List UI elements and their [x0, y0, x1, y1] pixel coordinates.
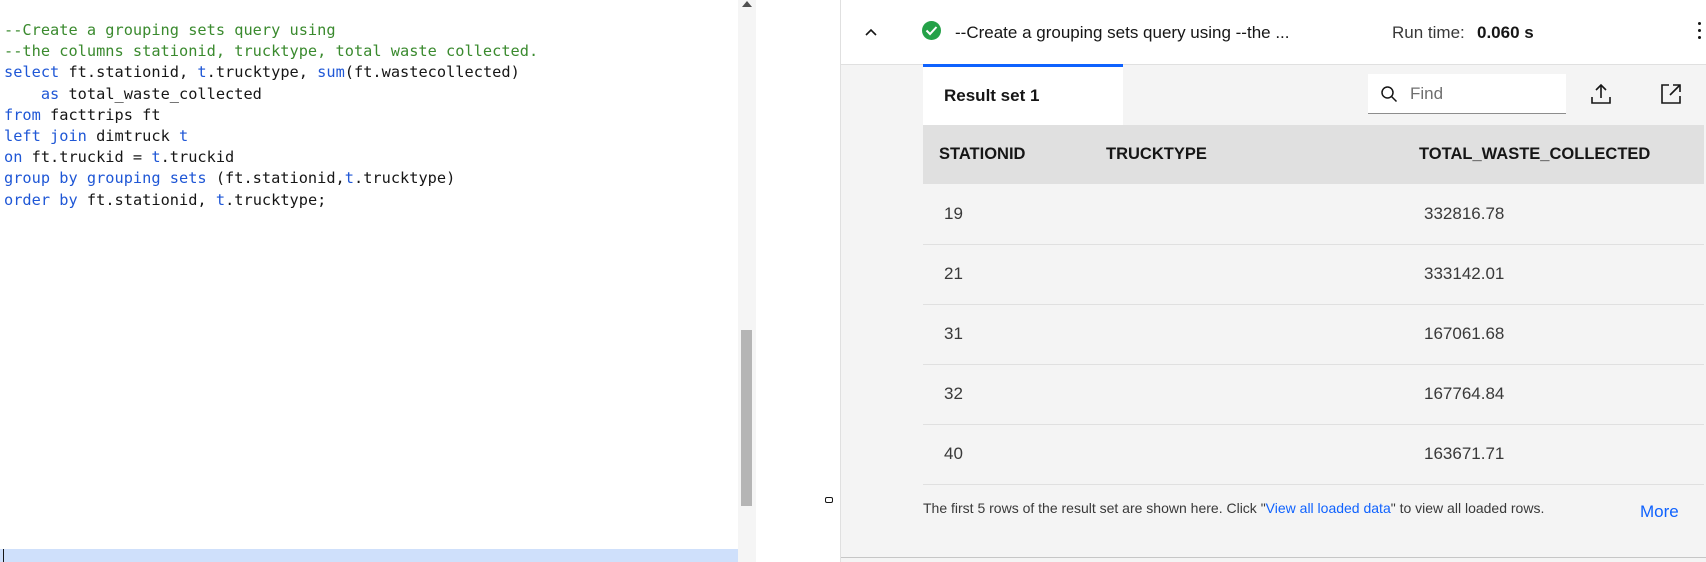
sql-text: .trucktype, [206, 63, 318, 82]
sql-text: dimtruck [86, 127, 179, 146]
sql-keyword: t [344, 169, 354, 188]
table-cell: 167764.84 [1403, 364, 1704, 425]
view-all-loaded-data-link[interactable]: View all loaded data [1266, 500, 1391, 516]
result-table: STATIONID TRUCKTYPE TOTAL_WASTE_COLLECTE… [923, 125, 1704, 485]
editor-scrollbar[interactable] [738, 0, 756, 562]
column-header[interactable]: TRUCKTYPE [1090, 125, 1403, 184]
sql-keyword: on [4, 148, 23, 167]
divider [841, 557, 1706, 558]
table-cell: 32 [923, 364, 1090, 425]
scroll-up-arrow-icon[interactable] [742, 1, 752, 7]
column-header[interactable]: TOTAL_WASTE_COLLECTED [1403, 125, 1704, 184]
table-row[interactable]: 21 333142.01 [923, 244, 1704, 305]
sql-text: (ft.wastecollected) [344, 63, 520, 82]
code-line: as total_waste_collected [4, 85, 262, 103]
sql-text: facttrips ft [40, 105, 161, 124]
results-panel: --Create a grouping sets query using --t… [841, 0, 1706, 562]
search-icon [1381, 86, 1398, 103]
find-input[interactable] [1408, 74, 1562, 114]
sql-keyword: as [40, 84, 60, 103]
sql-keyword: t [179, 127, 189, 146]
query-title: --Create a grouping sets query using --t… [955, 23, 1290, 42]
table-cell: 31 [923, 304, 1090, 365]
table-cell [1090, 184, 1403, 245]
sql-text: ft.stationid, [77, 190, 216, 209]
result-footer-note: The first 5 rows of the result set are s… [923, 500, 1544, 516]
sql-editor[interactable]: --Create a grouping sets query using --t… [0, 0, 738, 562]
sql-comment: --Create a grouping sets query using [4, 21, 336, 39]
sql-comment: --the columns stationid, trucktype, tota… [4, 42, 539, 61]
text-cursor [3, 549, 4, 562]
table-row[interactable]: 19 332816.78 [923, 184, 1704, 245]
table-cell [1090, 424, 1403, 485]
column-header[interactable]: STATIONID [923, 125, 1090, 184]
sql-keyword: sum [317, 63, 345, 82]
result-header: --Create a grouping sets query using --t… [841, 0, 1706, 65]
runtime-label: Run time: [1392, 23, 1465, 42]
sql-keyword: t [151, 148, 161, 167]
drag-handle-icon[interactable] [825, 497, 833, 503]
sql-code[interactable]: --Create a grouping sets query using --t… [4, 20, 538, 211]
more-link[interactable]: More [1640, 502, 1679, 522]
sql-text: .truckid [160, 148, 235, 167]
table-cell [1090, 364, 1403, 425]
code-line: from facttrips ft [4, 106, 161, 124]
table-cell: 332816.78 [1403, 184, 1704, 245]
table-row[interactable]: 32 167764.84 [923, 364, 1704, 425]
export-button[interactable] [1589, 82, 1613, 106]
sql-text: ft.stationid, [59, 63, 198, 82]
sql-text: total_waste_collected [59, 84, 262, 103]
popout-button[interactable] [1659, 82, 1683, 106]
sql-keyword: t [215, 190, 226, 209]
tab-label: Result set 1 [944, 86, 1040, 105]
code-line: --Create a grouping sets query using [4, 21, 336, 39]
table-cell: 163671.71 [1403, 424, 1704, 485]
sql-text: ft.truckid = [22, 148, 152, 167]
sql-text: .trucktype; [225, 190, 327, 209]
popout-icon [1661, 84, 1681, 104]
code-line: left join dimtruck t [4, 127, 188, 145]
footer-note-after: " to view all loaded rows. [1390, 500, 1545, 516]
chevron-up-icon [865, 28, 877, 36]
find-field[interactable] [1368, 74, 1566, 114]
export-icon [1591, 83, 1611, 104]
active-line-highlight [0, 549, 738, 562]
sql-keyword: left join [4, 127, 87, 146]
sql-text: (ft.stationid, [206, 169, 345, 188]
table-cell: 333142.01 [1403, 244, 1704, 305]
table-cell [1090, 244, 1403, 305]
code-line: --the columns stationid, trucktype, tota… [4, 42, 538, 60]
code-line: select ft.stationid, t.trucktype, sum(ft… [4, 63, 520, 81]
code-line: order by ft.stationid, t.trucktype; [4, 191, 326, 209]
sql-keyword: from [4, 105, 41, 124]
table-header-row: STATIONID TRUCKTYPE TOTAL_WASTE_COLLECTE… [923, 125, 1704, 184]
code-line: on ft.truckid = t.truckid [4, 148, 234, 166]
collapse-button[interactable] [863, 24, 879, 40]
table-row[interactable]: 31 167061.68 [923, 304, 1704, 365]
success-check-icon [922, 21, 941, 40]
sql-keyword: t [197, 63, 207, 82]
pane-splitter[interactable] [756, 0, 841, 562]
sql-text: .trucktype) [353, 169, 456, 188]
table-cell: 19 [923, 184, 1090, 245]
table-cell: 167061.68 [1403, 304, 1704, 365]
table-cell: 21 [923, 244, 1090, 305]
runtime-value: 0.060 s [1477, 23, 1534, 42]
table-row[interactable]: 40 163671.71 [923, 424, 1704, 485]
sql-keyword: order by [4, 190, 78, 209]
scrollbar-thumb[interactable] [741, 330, 752, 506]
table-cell: 40 [923, 424, 1090, 485]
sql-keyword: select [4, 63, 60, 82]
sql-keyword: group by grouping sets [4, 169, 207, 188]
table-cell [1090, 304, 1403, 365]
tab-result-set-1[interactable]: Result set 1 [923, 64, 1123, 125]
overflow-menu-icon[interactable] [1698, 22, 1704, 42]
code-line: group by grouping sets (ft.stationid,t.t… [4, 169, 455, 187]
footer-note-before: The first 5 rows of the result set are s… [923, 500, 1266, 516]
